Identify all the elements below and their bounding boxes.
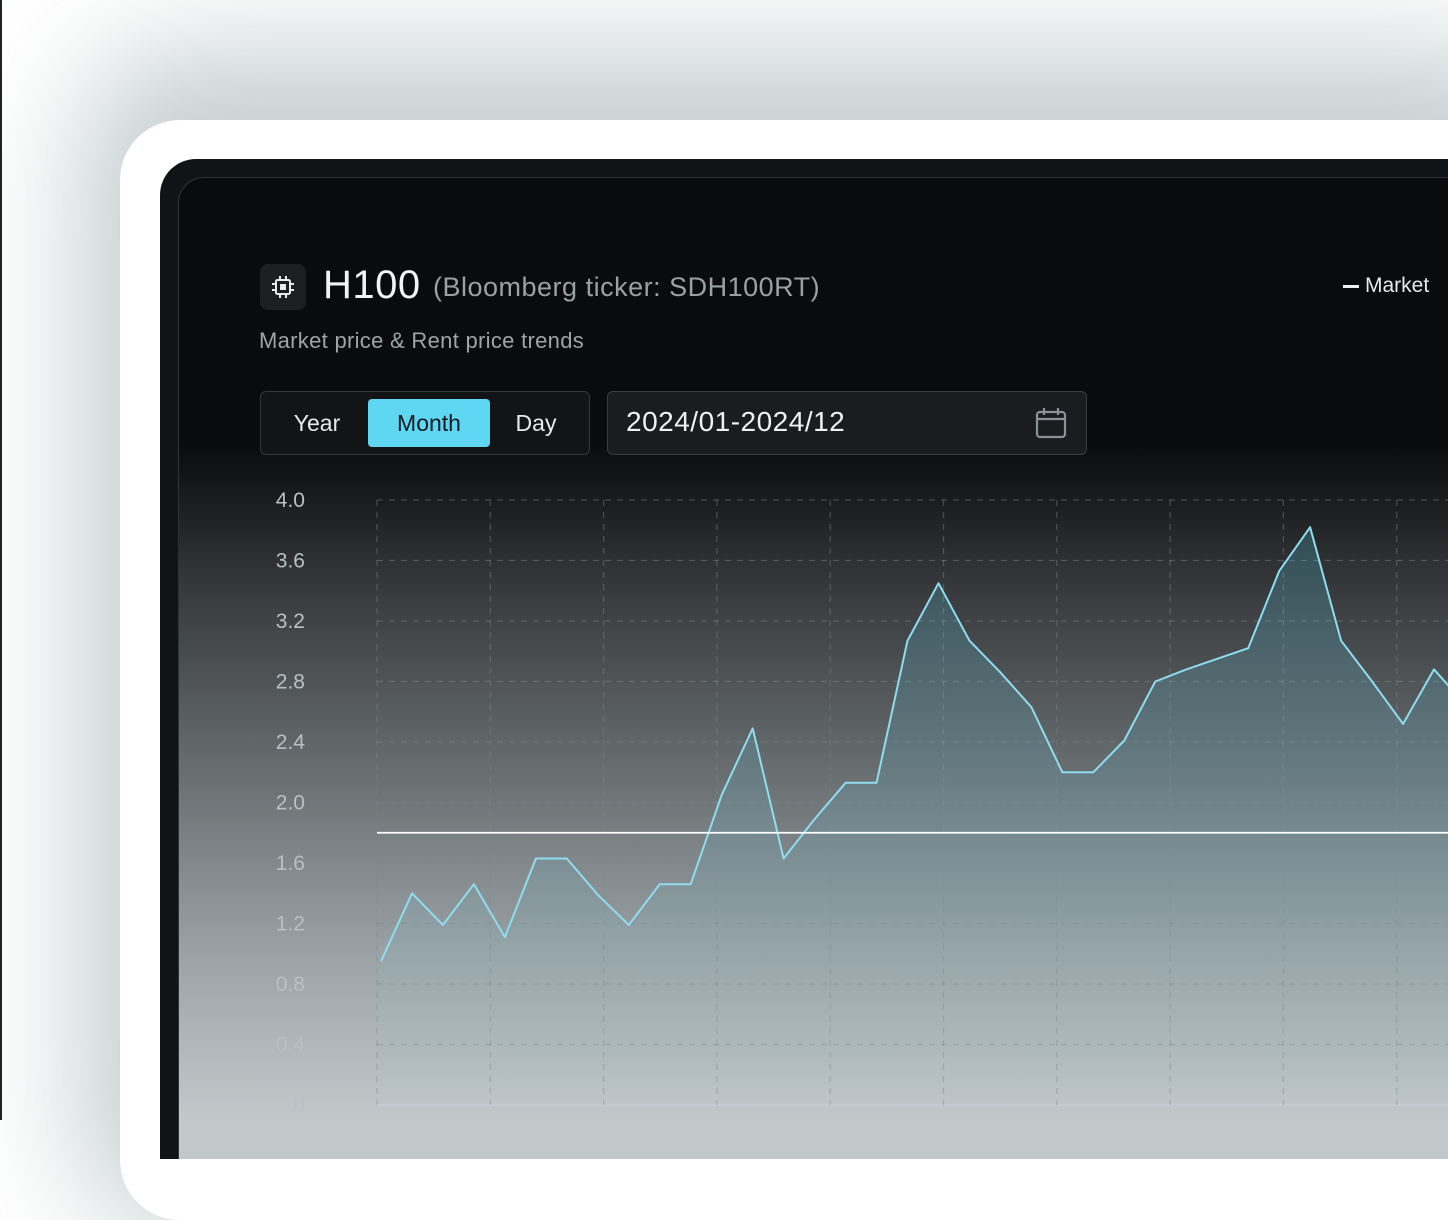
y-tick-label: 2.4 bbox=[276, 731, 306, 754]
y-tick-label: 0.4 bbox=[276, 1034, 306, 1057]
chart-panel: H100 (Bloomberg ticker: SDH100RT) Market… bbox=[178, 177, 1448, 1159]
y-tick-label: 2.0 bbox=[276, 792, 305, 815]
y-tick-label: 1.2 bbox=[276, 913, 305, 936]
y-tick-label: 3.6 bbox=[276, 550, 305, 573]
y-tick-label: 3.2 bbox=[276, 610, 305, 633]
y-tick-label: 0 bbox=[293, 1094, 305, 1117]
price-chart: 4.0 3.6 3.2 2.8 2.4 2.0 1.6 1.2 0.8 0.4 0 bbox=[276, 489, 1448, 1117]
y-tick-label: 4.0 bbox=[276, 489, 305, 512]
y-tick-label: 2.8 bbox=[276, 671, 305, 694]
device-frame: H100 (Bloomberg ticker: SDH100RT) Market… bbox=[160, 159, 1448, 1159]
series-area-market bbox=[381, 527, 1448, 1105]
y-tick-label: 1.6 bbox=[276, 852, 305, 875]
y-tick-label: 0.8 bbox=[276, 973, 305, 996]
